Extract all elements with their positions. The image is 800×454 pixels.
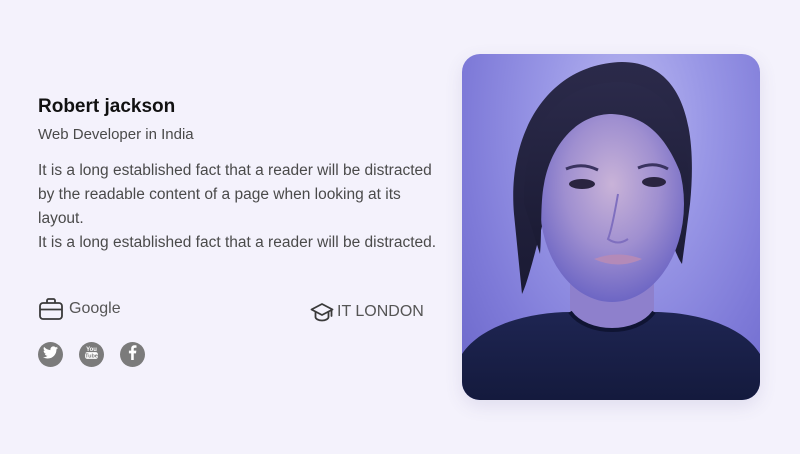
twitter-icon xyxy=(43,345,58,364)
profile-role: Web Developer in India xyxy=(38,126,194,143)
facebook-icon xyxy=(128,344,137,365)
bio-paragraph: It is a long established fact that a rea… xyxy=(38,162,432,227)
profile-name: Robert jackson xyxy=(38,96,176,117)
svg-text:You: You xyxy=(86,346,97,352)
social-links: You Tube xyxy=(38,342,145,367)
company-info: Google xyxy=(38,297,121,321)
profile-meta: Google IT LONDON xyxy=(38,297,428,329)
youtube-icon: You Tube xyxy=(83,344,100,366)
school-name: IT LONDON xyxy=(337,303,424,320)
bio-paragraph: It is a long established fact that a rea… xyxy=(38,234,437,251)
school-info: IT LONDON xyxy=(310,301,424,323)
graduation-cap-icon xyxy=(310,301,334,323)
youtube-link[interactable]: You Tube xyxy=(79,342,104,367)
briefcase-icon xyxy=(38,297,64,321)
twitter-link[interactable] xyxy=(38,342,63,367)
profile-bio: It is a long established fact that a rea… xyxy=(38,159,438,255)
company-name: Google xyxy=(69,300,121,317)
profile-photo xyxy=(462,54,760,400)
svg-text:Tube: Tube xyxy=(85,353,98,359)
facebook-link[interactable] xyxy=(120,342,145,367)
profile-info: Robert jackson Web Developer in India It… xyxy=(38,94,438,255)
